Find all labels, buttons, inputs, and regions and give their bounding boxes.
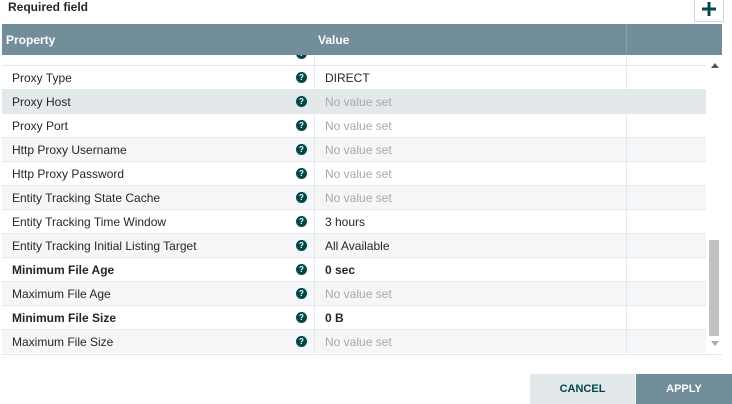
table-row[interactable]: Proxy Host? No value set: [2, 90, 706, 114]
property-name: Maximum File Size: [12, 335, 114, 349]
table-row[interactable]: Proxy Type? DIRECT: [2, 66, 706, 90]
cell-divider: [314, 234, 315, 257]
help-icon[interactable]: ?: [296, 312, 307, 323]
table-row[interactable]: Http Proxy Username? No value set: [2, 138, 706, 162]
cell-divider: [626, 210, 627, 233]
cell-divider: [314, 114, 315, 137]
plus-icon: [702, 2, 716, 16]
cell-divider: [626, 90, 627, 113]
table-row[interactable]: Minimum File Size? 0 B: [2, 306, 706, 330]
property-value[interactable]: DIRECT: [325, 71, 370, 85]
cancel-button[interactable]: CANCEL: [530, 374, 635, 404]
apply-button[interactable]: APPLY: [636, 374, 732, 404]
grid-header: Property Value: [2, 24, 722, 55]
table-row[interactable]: Proxy Port? No value set: [2, 114, 706, 138]
property-name: Minimum File Size: [12, 311, 117, 325]
cell-divider: [314, 258, 315, 281]
property-value[interactable]: No value set: [325, 119, 392, 133]
property-name: Http Proxy Password: [12, 167, 125, 181]
cell-divider: [314, 66, 315, 89]
property-name: Http Proxy Username: [12, 143, 127, 157]
required-field-legend: Required field: [8, 0, 89, 14]
property-name: Entity Tracking Initial Listing Target: [12, 239, 197, 253]
cell-divider: [314, 186, 315, 209]
cell-divider: [626, 258, 627, 281]
property-value[interactable]: No value set: [325, 191, 392, 205]
table-row[interactable]: Minimum File Age? 0 sec: [2, 258, 706, 282]
property-value[interactable]: 0 B: [325, 311, 344, 325]
header-value[interactable]: Value: [318, 33, 349, 47]
property-value[interactable]: No value set: [325, 287, 392, 301]
table-row[interactable]: Maximum File Age? No value set: [2, 282, 706, 306]
cell-divider: [626, 66, 627, 89]
property-name: Minimum File Age: [12, 263, 115, 277]
scroll-thumb[interactable]: [709, 240, 719, 336]
cell-divider: [314, 162, 315, 185]
help-icon[interactable]: ?: [296, 336, 307, 347]
add-property-button[interactable]: [694, 0, 724, 22]
cell-divider: [314, 138, 315, 161]
table-row[interactable]: Maximum File Size? No value set: [2, 330, 706, 353]
property-name: Proxy Port: [12, 119, 69, 133]
grid-body: ? Proxy Type? DIRECT Proxy Host? No value s…: [2, 55, 706, 353]
cell-divider: [314, 306, 315, 329]
help-icon[interactable]: ?: [296, 192, 307, 203]
cell-divider: [626, 306, 627, 329]
help-icon[interactable]: ?: [296, 120, 307, 131]
table-row[interactable]: Entity Tracking Time Window? 3 hours: [2, 210, 706, 234]
property-value[interactable]: No value set: [325, 95, 392, 109]
property-value[interactable]: No value set: [325, 143, 392, 157]
help-icon[interactable]: ?: [296, 55, 307, 59]
help-icon[interactable]: ?: [296, 240, 307, 251]
vertical-scrollbar[interactable]: [707, 55, 722, 353]
help-icon[interactable]: ?: [296, 264, 307, 275]
property-value[interactable]: 3 hours: [325, 215, 365, 229]
cell-divider: [626, 162, 627, 185]
help-icon[interactable]: ?: [296, 96, 307, 107]
property-name: Maximum File Age: [12, 287, 111, 301]
cell-divider: [314, 210, 315, 233]
help-icon[interactable]: ?: [296, 144, 307, 155]
header-divider: [626, 24, 627, 55]
cell-divider: [626, 282, 627, 305]
cell-divider: [314, 55, 315, 65]
table-row-partial[interactable]: ?: [2, 55, 706, 66]
cell-divider: [626, 114, 627, 137]
cell-divider: [314, 90, 315, 113]
table-row[interactable]: Entity Tracking Initial Listing Target? A…: [2, 234, 706, 258]
table-row[interactable]: Entity Tracking State Cache? No value set: [2, 186, 706, 210]
cell-divider: [626, 55, 627, 65]
help-icon[interactable]: ?: [296, 288, 307, 299]
header-property[interactable]: Property: [6, 33, 55, 47]
property-value[interactable]: No value set: [325, 335, 392, 349]
cell-divider: [314, 330, 315, 353]
help-icon[interactable]: ?: [296, 72, 307, 83]
property-value[interactable]: 0 sec: [325, 263, 355, 277]
cell-divider: [626, 186, 627, 209]
property-value[interactable]: All Available: [325, 239, 390, 253]
help-icon[interactable]: ?: [296, 168, 307, 179]
scroll-up-arrow-icon[interactable]: [711, 63, 719, 68]
cell-divider: [626, 234, 627, 257]
property-name: Proxy Host: [12, 95, 71, 109]
cell-divider: [626, 330, 627, 353]
cell-divider: [314, 282, 315, 305]
property-name: Entity Tracking State Cache: [12, 191, 161, 205]
property-name: Proxy Type: [12, 71, 72, 85]
properties-grid: Property Value ? Proxy Type?DIRECTProxy …: [2, 24, 722, 355]
cell-divider: [626, 138, 627, 161]
table-row[interactable]: Http Proxy Password? No value set: [2, 162, 706, 186]
property-name: Entity Tracking Time Window: [12, 215, 167, 229]
help-icon[interactable]: ?: [296, 216, 307, 227]
property-value[interactable]: No value set: [325, 167, 392, 181]
scroll-down-arrow-icon[interactable]: [711, 341, 719, 346]
